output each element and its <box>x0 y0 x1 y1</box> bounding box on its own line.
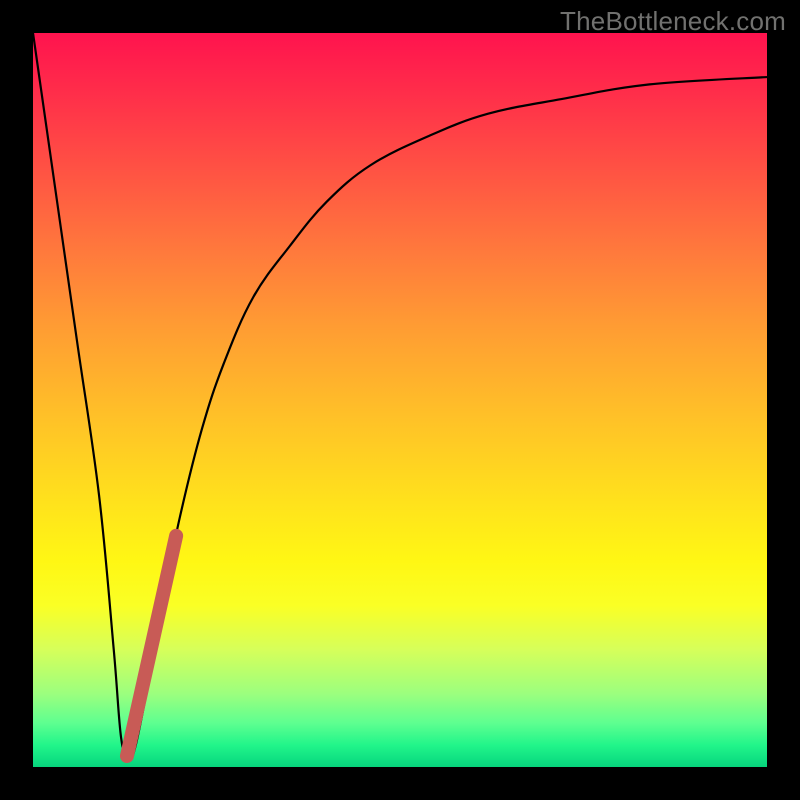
bottleneck-curve-path <box>33 33 767 760</box>
chart-svg <box>33 33 767 767</box>
attribution-text: TheBottleneck.com <box>560 6 786 37</box>
chart-frame: TheBottleneck.com <box>0 0 800 800</box>
highlight-segment-path <box>127 536 176 756</box>
plot-area <box>33 33 767 767</box>
